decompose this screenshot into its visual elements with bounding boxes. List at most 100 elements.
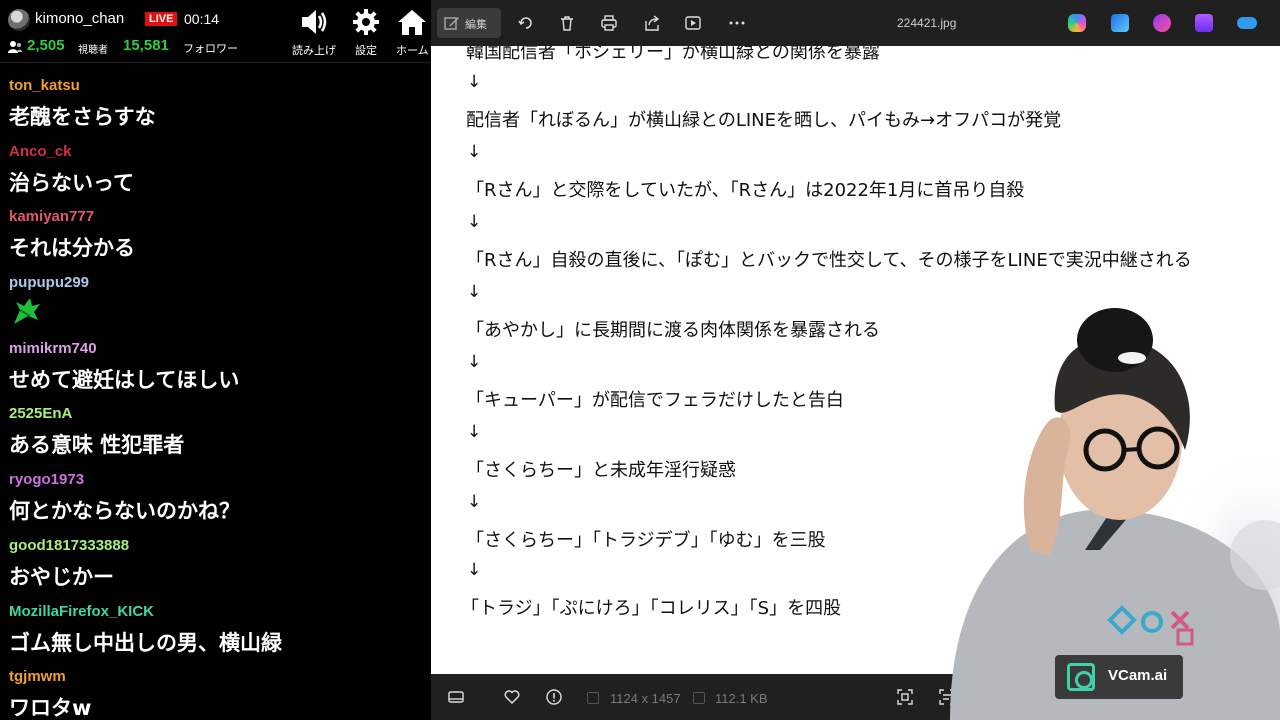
arrow-down-icon: ↓	[467, 492, 482, 512]
chat-text: せめて避妊はしてほしい	[9, 367, 240, 392]
chat-message: Anco_ck 治らないって	[0, 140, 431, 206]
more-button[interactable]	[721, 8, 751, 38]
rotate-button[interactable]	[511, 8, 541, 38]
arrow-down-icon: ↓	[467, 282, 482, 302]
chat-message: kamiyan777 それは分かる	[0, 205, 431, 271]
share-icon	[645, 15, 660, 31]
copilot-icon[interactable]	[1068, 14, 1086, 32]
chat-text: ゴム無し中出しの男、横山緑	[9, 630, 282, 655]
document-line: 韓国配信者「ホシェリー」が横山緑との関係を暴露	[466, 46, 880, 63]
onedrive-icon[interactable]	[1237, 17, 1257, 29]
home-icon	[398, 10, 426, 35]
favorite-icon[interactable]	[503, 688, 521, 706]
file-size-icon	[693, 692, 705, 704]
chat-username[interactable]: tgjmwm	[9, 668, 66, 685]
chat-panel: kimono_chan LIVE 00:14 2,505 視聴者 15,581 …	[0, 0, 431, 720]
document-line: 「Rさん」自殺の直後に、「ぽむ」とバックで性交して、その様子をLINEで実況中継…	[466, 250, 1192, 271]
viewer-toolbar: 編集 224421.jpg	[431, 0, 1280, 46]
fit-to-window-icon[interactable]	[896, 688, 914, 706]
streamer-name: kimono_chan	[35, 10, 125, 27]
slideshow-button[interactable]	[678, 8, 708, 38]
chat-message: ton_katsu 老醜をさらすな	[0, 74, 431, 140]
stack-icon[interactable]	[1195, 14, 1213, 32]
emote-icon	[14, 298, 40, 325]
file-size: 112.1 KB	[715, 691, 768, 706]
arrow-down-icon: ↓	[467, 352, 482, 372]
image-dimensions: 1124 x 1457	[610, 691, 681, 706]
stream-header: kimono_chan LIVE 00:14 2,505 視聴者 15,581 …	[0, 0, 431, 63]
settings-button[interactable]: 設定	[341, 8, 391, 60]
chat-username[interactable]: 2525EnA	[9, 405, 72, 422]
vcam-watermark: VCam.ai	[1055, 655, 1183, 699]
filmstrip-icon[interactable]	[447, 688, 465, 706]
chat-list: ton_katsu 老醜をさらすな Anco_ck 治らないって kamiyan777 そ…	[0, 74, 431, 720]
clipchamp-icon[interactable]	[1153, 14, 1171, 32]
viewers-icon	[8, 41, 22, 53]
more-icon	[729, 21, 745, 25]
chat-message: MozillaFirefox_KICK ゴム無し中出しの男、横山緑	[0, 600, 431, 666]
live-badge: LIVE	[145, 12, 178, 26]
chat-username[interactable]: pupupu299	[9, 274, 89, 291]
document-line: 「さくらちー」「トラジデブ」「ゆむ」を三股	[466, 530, 826, 551]
viewer-label: 視聴者	[78, 45, 108, 56]
print-button[interactable]	[594, 8, 624, 38]
vcam-label: VCam.ai	[1108, 667, 1168, 684]
viewer-count: 2,505	[27, 37, 65, 54]
edit-button[interactable]: 編集	[437, 8, 501, 38]
delete-icon	[561, 16, 573, 31]
arrow-down-icon: ↓	[467, 422, 482, 442]
document-line: 「キューパー」が配信でフェラだけしたと告白	[466, 390, 844, 411]
arrow-down-icon: ↓	[467, 212, 482, 232]
info-icon[interactable]	[545, 688, 563, 706]
chat-username[interactable]: ryogo1973	[9, 471, 84, 488]
tts-button[interactable]: 読み上げ	[289, 8, 339, 60]
chat-text: 治らないって	[9, 170, 134, 195]
speaker-icon	[302, 10, 327, 34]
document-line: 「あやかし」に長期間に渡る肉体関係を暴露される	[466, 320, 880, 341]
chat-username[interactable]: kamiyan777	[9, 208, 94, 225]
chat-text: ワロタw	[9, 696, 92, 720]
follower-count: 15,581	[123, 37, 169, 54]
chat-message: tgjmwm ワロタw	[0, 665, 431, 720]
document-line: 「トラジ」「ぷにけろ」「コレリス」「S」を四股	[461, 598, 842, 619]
edit-icon	[444, 17, 459, 30]
elapsed-time: 00:14	[184, 11, 220, 27]
avatar[interactable]	[8, 9, 30, 31]
delete-button[interactable]	[552, 8, 582, 38]
file-name: 224421.jpg	[897, 16, 957, 30]
chat-username[interactable]: good1817333888	[9, 537, 129, 554]
edit-label: 編集	[465, 18, 487, 31]
rotate-icon	[518, 17, 532, 29]
gear-icon	[353, 9, 379, 35]
share-button[interactable]	[637, 8, 667, 38]
chat-message: 2525EnA ある意味 性犯罪者	[0, 402, 431, 468]
chat-username[interactable]: mimikrm740	[9, 340, 97, 357]
chat-text: それは分かる	[9, 236, 135, 261]
follower-label: フォロワー	[183, 42, 238, 55]
print-icon	[601, 15, 617, 31]
chat-text: 何とかならないのかね？	[9, 499, 240, 524]
chat-message: mimikrm740 せめて避妊はしてほしい	[0, 337, 431, 403]
dimensions-icon	[587, 692, 599, 704]
arrow-down-icon: ↓	[467, 72, 482, 92]
vcam-logo-icon	[1067, 663, 1095, 691]
slideshow-icon	[685, 16, 701, 30]
chat-text: 老醜をさらすな	[9, 105, 156, 129]
home-label: ホーム	[396, 44, 429, 57]
document-line: 「Rさん」と交際をしていたが、「Rさん」は2022年1月に首吊り自殺	[466, 180, 1025, 201]
chat-username[interactable]: MozillaFirefox_KICK	[9, 603, 154, 620]
home-button[interactable]: ホーム	[390, 8, 431, 60]
tts-label: 読み上げ	[292, 44, 336, 57]
designer-icon[interactable]	[1111, 14, 1129, 32]
plush-toy	[1077, 308, 1153, 372]
chat-username[interactable]: Anco_ck	[9, 143, 72, 160]
chat-username[interactable]: ton_katsu	[9, 77, 80, 94]
chat-text: おやじかー	[9, 564, 114, 589]
chat-message: pupupu299	[0, 271, 431, 337]
divider	[0, 62, 431, 63]
arrow-down-icon: ↓	[467, 142, 482, 162]
chat-message: good1817333888 おやじかー	[0, 534, 431, 600]
chat-message: ryogo1973 何とかならないのかね？	[0, 468, 431, 534]
arrow-down-icon: ↓	[467, 560, 482, 580]
document-line: 「さくらちー」と未成年淫行疑惑	[466, 460, 736, 481]
